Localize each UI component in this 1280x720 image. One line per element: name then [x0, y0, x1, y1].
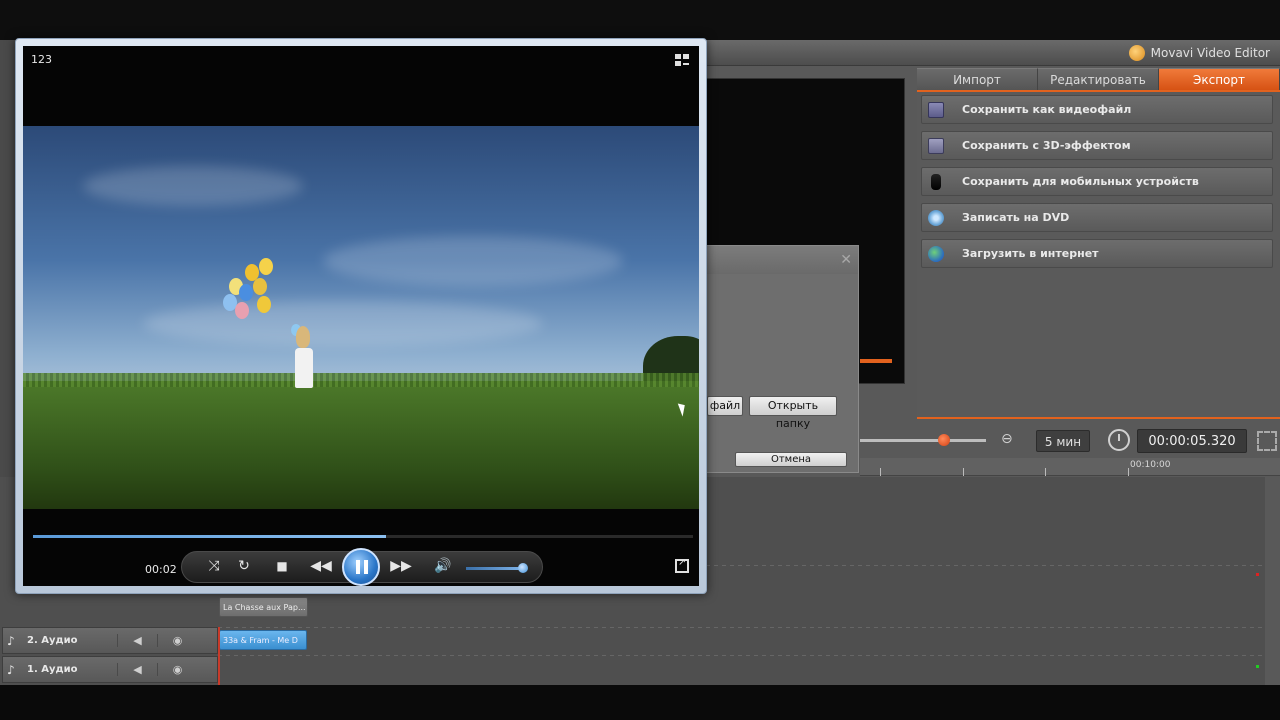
girl-dress	[295, 348, 313, 388]
switch-to-library-icon[interactable]	[675, 54, 691, 68]
track-divider	[218, 627, 1265, 628]
music-note-icon: ♪	[7, 662, 15, 677]
eye-icon[interactable]: ◉	[157, 663, 197, 676]
ruler-label: 00:10:00	[1130, 460, 1171, 470]
letterbox-bottom	[0, 685, 1280, 720]
current-time: 00:02	[145, 563, 177, 576]
media-player-window: 123 00:02 ⤨ ↻ ■ ◀◀ ▶▶ 🔊 ↗	[15, 38, 707, 594]
export-dialog: ✕ файл Открыть папку Отмена	[706, 245, 859, 473]
close-icon[interactable]: ✕	[840, 252, 852, 268]
panel-bottom-accent	[917, 417, 1280, 419]
volume-icon[interactable]: 🔊	[434, 558, 452, 574]
seek-bar-fill	[33, 535, 387, 538]
balloon	[239, 284, 253, 301]
ruler-tick	[963, 468, 964, 476]
export-progress-bar	[860, 359, 892, 363]
ruler-tick	[880, 468, 881, 476]
cloud	[143, 301, 543, 346]
main-tabs: Импорт Редактировать Экспорт	[917, 68, 1280, 90]
fast-forward-icon[interactable]: ▶▶	[390, 558, 412, 574]
seek-bar[interactable]	[33, 535, 693, 538]
save-mobile-button[interactable]: Сохранить для мобильных устройств	[921, 167, 1273, 196]
app-title: Movavi Video Editor	[1128, 45, 1270, 61]
fullscreen-icon[interactable]	[1257, 431, 1277, 451]
action-label: Сохранить как видеофайл	[962, 103, 1132, 116]
zoom-scale-label: 5 мин	[1036, 430, 1090, 452]
pause-icon	[356, 560, 360, 574]
cloud	[83, 166, 303, 206]
eye-icon[interactable]: ◉	[157, 634, 197, 647]
action-label: Загрузить в интернет	[962, 247, 1099, 260]
speaker-icon[interactable]: ◀	[117, 663, 157, 676]
player-content: 123 00:02 ⤨ ↻ ■ ◀◀ ▶▶ 🔊 ↗	[23, 46, 699, 586]
burn-dvd-button[interactable]: Записать на DVD	[921, 203, 1273, 232]
switch-to-now-playing-icon[interactable]	[675, 557, 689, 573]
repeat-icon[interactable]: ↻	[236, 558, 252, 574]
timeline-marker	[1256, 573, 1259, 576]
track-header-audio-1: ♪ 1. Аудио ◀ ◉	[2, 656, 218, 683]
audio-clip[interactable]: 33a & Fram - Me D	[219, 630, 307, 650]
3d-icon	[928, 137, 944, 154]
video-frame[interactable]	[23, 126, 699, 509]
volume-knob[interactable]	[518, 563, 528, 573]
cloud	[323, 236, 623, 286]
speaker-icon[interactable]: ◀	[117, 634, 157, 647]
save-as-video-button[interactable]: Сохранить как видеофайл	[921, 95, 1273, 124]
zoom-slider-track[interactable]	[860, 439, 986, 442]
timeline-ruler: 00:10:00	[860, 458, 1280, 476]
screen: Movavi Video Editor Импорт Редактировать…	[0, 0, 1280, 720]
timeline-toolbar: ⊖ 5 мин 00:00:05.320	[860, 424, 1280, 458]
balloon	[253, 278, 267, 295]
girl-hair	[296, 326, 310, 348]
zoom-slider-knob[interactable]	[938, 434, 950, 446]
girl-figure	[293, 326, 315, 394]
tab-import[interactable]: Импорт	[917, 68, 1038, 90]
stop-icon[interactable]: ■	[274, 559, 290, 573]
open-file-button[interactable]: файл	[707, 396, 743, 416]
balloon	[259, 258, 273, 275]
volume-slider[interactable]	[466, 567, 524, 570]
track-name: 2. Аудио	[27, 635, 78, 646]
app-title-text: Movavi Video Editor	[1150, 46, 1270, 60]
pause-icon	[364, 560, 368, 574]
playback-controls: ⤨ ↻ ■ ◀◀ ▶▶ 🔊	[181, 548, 543, 586]
timecode-display: 00:00:05.320	[1137, 429, 1247, 453]
action-label: Сохранить для мобильных устройств	[962, 175, 1199, 188]
open-folder-button[interactable]: Открыть папку	[749, 396, 837, 430]
pause-button[interactable]	[342, 548, 380, 586]
balloon	[235, 302, 249, 319]
upload-web-button[interactable]: Загрузить в интернет	[921, 239, 1273, 268]
track-header-audio-2: ♪ 2. Аудио ◀ ◉	[2, 627, 218, 654]
tab-export[interactable]: Экспорт	[1159, 68, 1280, 90]
music-note-icon: ♪	[7, 633, 15, 648]
player-title: 123	[31, 53, 52, 66]
export-panel: Сохранить как видеофайл Сохранить с 3D-э…	[917, 92, 1280, 418]
clock-icon	[1108, 429, 1130, 451]
tab-edit[interactable]: Редактировать	[1038, 68, 1159, 90]
timeline-marker	[1256, 665, 1259, 668]
movavi-logo-icon	[1128, 45, 1145, 61]
track-divider	[218, 655, 1265, 656]
film-icon	[928, 101, 944, 118]
ruler-tick	[1045, 468, 1046, 476]
shuffle-icon[interactable]: ⤨	[206, 558, 222, 574]
globe-icon	[928, 245, 944, 262]
video-clip[interactable]: La Chasse aux Pap...	[219, 597, 308, 617]
rewind-icon[interactable]: ◀◀	[310, 558, 332, 574]
grass-field	[23, 373, 699, 509]
dvd-icon	[928, 209, 944, 226]
track-name: 1. Аудио	[27, 664, 78, 675]
phone-icon	[931, 173, 941, 190]
zoom-out-icon[interactable]: ⊖	[1001, 431, 1019, 449]
action-label: Сохранить с 3D-эффектом	[962, 139, 1131, 152]
balloon	[257, 296, 271, 313]
save-3d-button[interactable]: Сохранить с 3D-эффектом	[921, 131, 1273, 160]
cancel-button[interactable]: Отмена	[735, 452, 847, 467]
ruler-tick	[1128, 468, 1129, 476]
dialog-title-bar: ✕	[707, 246, 858, 274]
action-label: Записать на DVD	[962, 211, 1070, 224]
